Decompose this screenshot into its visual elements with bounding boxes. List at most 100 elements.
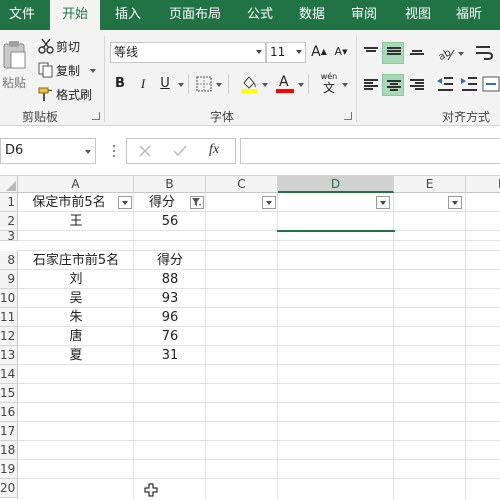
cell-b11[interactable]: 96 [134,308,206,327]
decrease-indent-icon[interactable] [436,76,454,92]
filter-dropdown-button[interactable] [118,196,132,209]
shrink-font-button[interactable]: A▼ [332,42,350,62]
cell-a10[interactable]: 吴 [18,289,134,308]
row-header[interactable]: 2 [0,212,18,231]
filter-dropdown-button[interactable] [376,196,390,209]
row-header[interactable]: 9 [0,270,18,289]
row-header[interactable]: 18 [0,441,18,460]
row-header[interactable]: 20 [0,479,18,498]
cell-a9[interactable]: 刘 [18,270,134,289]
row-header[interactable]: 12 [0,327,18,346]
align-top-button[interactable] [360,42,382,64]
cut-button[interactable]: 剪切 [36,36,88,56]
insert-function-icon[interactable]: fx [209,142,219,158]
column-header-f[interactable]: F [466,176,500,193]
copy-button[interactable]: 复制 [36,60,98,80]
cell-b13[interactable]: 31 [134,346,206,365]
row-header[interactable]: 15 [0,384,18,403]
row-header[interactable]: 11 [0,308,18,327]
phonetic-guide-button[interactable]: wén 文 [318,72,340,96]
cell-b2[interactable]: 56 [134,212,206,231]
increase-indent-icon[interactable] [460,76,478,92]
align-right-button[interactable] [406,74,428,96]
italic-button[interactable]: I [134,74,152,94]
row-header[interactable]: 13 [0,346,18,365]
font-color-button[interactable]: A [276,74,294,94]
row-header[interactable]: 10 [0,289,18,308]
font-size-dropdown[interactable]: 11 [266,42,306,63]
font-color-dropdown-icon[interactable] [298,83,304,87]
row-header[interactable]: 8 [0,251,18,270]
name-box[interactable]: D6 [0,138,96,164]
cell-a11[interactable]: 朱 [18,308,134,327]
tab-view[interactable]: 视图 [396,0,440,30]
orientation-dropdown-icon[interactable] [458,52,464,56]
phonetic-guide-char: 文 [322,81,335,95]
clipboard-launcher-icon[interactable] [92,112,100,120]
cell-a12[interactable]: 唐 [18,327,134,346]
formula-bar-grip-icon[interactable] [112,144,116,158]
tab-file[interactable]: 文件 [0,0,44,30]
filter-dropdown-button[interactable] [448,196,462,209]
cell-b12[interactable]: 76 [134,327,206,346]
row-header[interactable]: 17 [0,422,18,441]
fill-color-dropdown-icon[interactable] [262,83,268,87]
copy-dropdown-icon[interactable] [90,69,96,73]
cell-a2[interactable]: 王 [18,212,134,231]
row-header[interactable]: 14 [0,365,18,384]
align-right-icon [410,79,424,91]
grow-font-button[interactable]: A▲ [310,42,328,62]
filter-active-button[interactable] [190,196,204,209]
enter-icon[interactable] [173,145,187,157]
tab-insert[interactable]: 插入 [106,0,150,30]
border-dropdown-icon[interactable] [216,83,222,87]
row-header[interactable]: 16 [0,403,18,422]
column-header-e[interactable]: E [394,176,466,193]
cancel-icon[interactable] [139,145,151,157]
paste-button[interactable]: 粘贴 [0,34,30,104]
tab-home[interactable]: 开始 [50,0,100,31]
format-painter-button[interactable]: 格式刷 [36,84,98,104]
fill-color-icon[interactable] [240,74,258,94]
filter-dropdown-button[interactable] [262,196,276,209]
border-icon[interactable] [196,76,212,92]
row-header[interactable]: 1 [0,193,18,212]
row-header[interactable]: 3 [0,231,18,241]
cell-a13[interactable]: 夏 [18,346,134,365]
select-all-corner[interactable] [0,176,18,193]
merge-center-icon[interactable] [482,76,500,92]
active-cell-selection[interactable] [277,230,395,232]
underline-button[interactable]: U [156,74,174,94]
tab-review[interactable]: 审阅 [342,0,386,30]
tab-data[interactable]: 数据 [290,0,334,30]
cell-a8[interactable]: 石家庄市前5名 [18,251,134,270]
tab-formulas[interactable]: 公式 [238,0,282,30]
cell-b9[interactable]: 88 [134,270,206,289]
underline-dropdown-icon[interactable] [178,83,184,87]
tab-foxit-pdf[interactable]: 福昕PDF [450,0,500,52]
worksheet-grid[interactable]: A B C D E F 1 2 3 8 9 10 11 12 13 14 15 … [0,176,500,500]
align-bottom-button[interactable] [406,42,428,64]
formula-input[interactable] [240,138,500,164]
tab-page-layout[interactable]: 页面布局 [160,0,230,30]
cell-a1[interactable]: 保定市前5名 [18,193,134,212]
font-name-dropdown[interactable]: 等线 [110,42,266,63]
align-middle-button[interactable] [382,42,404,64]
orientation-icon[interactable]: ab [436,44,456,62]
wrap-text-icon[interactable] [474,44,494,62]
column-header-a[interactable]: A [18,176,134,193]
row-header[interactable]: 19 [0,460,18,479]
align-left-button[interactable] [360,74,382,96]
chevron-down-icon[interactable] [85,150,91,154]
bold-button[interactable]: B [110,74,130,94]
cell-b10[interactable]: 93 [134,289,206,308]
chevron-down-icon [266,201,272,205]
column-header-b[interactable]: B [134,176,206,193]
cell-b8[interactable]: 得分 [134,251,206,270]
phonetic-dropdown-icon[interactable] [342,83,348,87]
column-header-c[interactable]: C [206,176,278,193]
chevron-down-icon [122,201,128,205]
column-header-d[interactable]: D [278,176,394,193]
font-launcher-icon[interactable] [344,112,352,120]
align-center-button[interactable] [382,74,404,96]
